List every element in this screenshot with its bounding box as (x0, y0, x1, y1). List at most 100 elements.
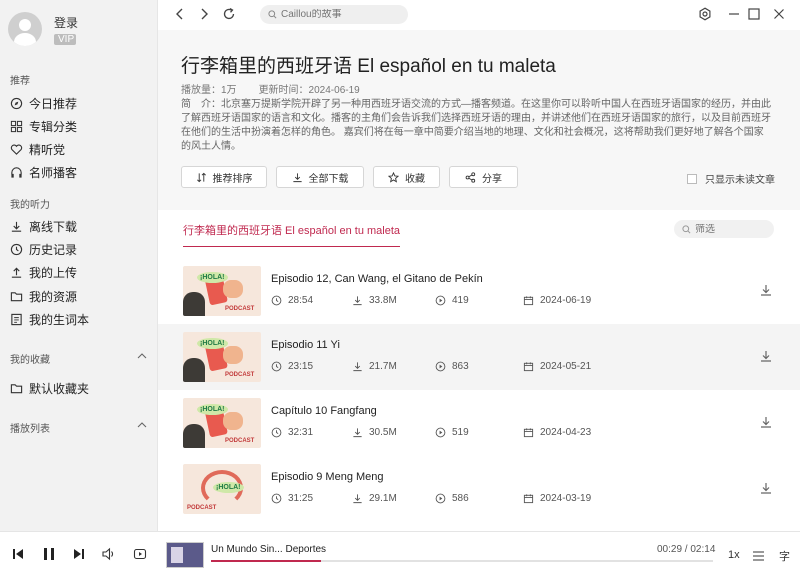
play-count-icon (435, 361, 446, 372)
progress-bar[interactable] (211, 560, 713, 562)
download-all-button[interactable]: 全部下载 (276, 166, 364, 188)
maximize-icon[interactable] (747, 7, 761, 21)
download-icon[interactable] (759, 481, 773, 495)
collect-label: 收藏 (405, 173, 425, 185)
episode-plays: 863 (452, 361, 469, 372)
search-box[interactable] (260, 5, 408, 24)
sidebar-item-podcast[interactable]: 名师播客 (10, 164, 77, 181)
share-button[interactable]: 分享 (449, 166, 518, 188)
grid-icon (10, 120, 23, 133)
settings-gear-icon[interactable] (698, 7, 712, 21)
filter-input[interactable] (695, 223, 765, 235)
unread-checkbox[interactable] (687, 173, 697, 184)
play-count: 播放量：1万 (181, 85, 237, 96)
sidebar-item-history[interactable]: 历史记录 (10, 241, 77, 258)
sidebar-item-label: 历史记录 (29, 243, 78, 257)
previous-icon[interactable] (11, 547, 25, 561)
sidebar: 登录 VIP 推荐 今日推荐 专辑分类 精听党 名师播客 我的听力 离线下载 历… (0, 0, 158, 531)
unread-only-toggle[interactable]: 只显示未读文章 (687, 171, 775, 186)
search-input[interactable] (281, 9, 391, 20)
download-icon[interactable] (759, 415, 773, 429)
clock-icon (271, 427, 282, 438)
episode-row[interactable]: ¡HOLA! PODCAST Episodio 9 Meng Meng 31:25… (158, 456, 800, 522)
chevron-up-icon[interactable] (137, 420, 147, 430)
play-count-icon (435, 295, 446, 306)
tab-album[interactable]: 行李箱里的西班牙语 El español en tu maleta (183, 222, 401, 247)
download-icon (11, 221, 22, 232)
episode-date: 2024-04-23 (540, 427, 592, 438)
sidebar-item-resources[interactable]: 我的资源 (10, 288, 77, 305)
episode-title: Episodio 11 Yi (271, 339, 340, 351)
episode-meta: 23:15 21.7M 863 2024-05-21 (271, 361, 591, 372)
now-playing-cover[interactable] (166, 542, 204, 568)
download-icon[interactable] (759, 349, 773, 363)
sidebar-item-category[interactable]: 专辑分类 (10, 118, 77, 135)
login-link[interactable]: 登录 (54, 14, 78, 31)
refresh-icon[interactable] (222, 7, 236, 21)
calendar-icon (523, 362, 534, 372)
episode-cover: ¡HOLA! PODCAST (183, 332, 261, 382)
sidebar-item-daily[interactable]: 今日推荐 (10, 95, 77, 112)
playlist-icon[interactable] (133, 547, 147, 561)
chevron-up-icon[interactable] (137, 351, 147, 361)
sort-button[interactable]: 推荐排序 (181, 166, 267, 188)
forward-icon[interactable] (197, 7, 211, 21)
profile[interactable]: 登录 VIP (8, 12, 78, 46)
back-icon[interactable] (173, 7, 187, 21)
episode-duration: 32:31 (288, 427, 314, 438)
topbar (158, 0, 800, 30)
player-bar: Un Mundo Sin... Deportes 00:29 / 02:14 1… (0, 531, 800, 573)
sidebar-item-label: 专辑分类 (29, 120, 78, 134)
album-header: 行李箱里的西班牙语 El español en tu maleta 播放量：1万… (158, 30, 800, 210)
episode-title: Capítulo 10 Fangfang (271, 405, 377, 417)
sidebar-item-label: 我的资源 (29, 290, 78, 304)
sidebar-item-label: 我的上传 (29, 266, 78, 280)
upload-icon (11, 267, 22, 278)
now-playing-title[interactable]: Un Mundo Sin... Deportes (211, 544, 326, 555)
speed-button[interactable]: 1x (728, 549, 740, 561)
minimize-icon[interactable] (727, 7, 741, 21)
sidebar-item-vocabulary[interactable]: 我的生词本 (10, 311, 89, 328)
sort-icon (196, 172, 206, 182)
menu-list-icon[interactable] (752, 550, 765, 562)
sidebar-item-default-folder[interactable]: 默认收藏夹 (10, 380, 89, 397)
sidebar-item-label: 默认收藏夹 (29, 382, 90, 396)
avatar[interactable] (8, 12, 42, 46)
episode-row[interactable]: ¡HOLA! PODCAST Episodio 12, Can Wang, el … (158, 258, 800, 324)
album-actions: 推荐排序 全部下载 收藏 分享 (181, 166, 518, 188)
episode-size: 30.5M (369, 427, 397, 438)
file-size-icon (353, 296, 362, 306)
share-icon (465, 171, 476, 183)
sidebar-item-label: 精听党 (29, 143, 66, 157)
sidebar-item-intensive[interactable]: 精听党 (10, 141, 65, 158)
pause-icon[interactable] (41, 546, 57, 562)
episode-plays: 586 (452, 493, 469, 504)
sidebar-item-offline[interactable]: 离线下载 (10, 218, 77, 235)
download-icon[interactable] (759, 283, 773, 297)
episode-row[interactable]: ¡HOLA! PODCAST Episodio 11 Yi 23:15 21.7M… (158, 324, 800, 390)
next-icon[interactable] (72, 547, 86, 561)
search-icon (268, 10, 277, 19)
episode-cover: ¡HOLA! PODCAST (183, 266, 261, 316)
search-icon (682, 224, 691, 233)
volume-icon[interactable] (101, 547, 116, 561)
subtitle-button[interactable]: 字 (779, 548, 790, 564)
episode-size: 29.1M (369, 493, 397, 504)
episode-date: 2024-05-21 (540, 361, 592, 372)
section-title-mine: 我的听力 (10, 200, 50, 211)
episode-row[interactable]: ¡HOLA! PODCAST Capítulo 10 Fangfang 32:31… (158, 390, 800, 456)
episode-duration: 23:15 (288, 361, 314, 372)
sidebar-item-uploads[interactable]: 我的上传 (10, 264, 77, 281)
sidebar-item-label: 我的生词本 (29, 313, 90, 327)
progress-fill (211, 560, 322, 562)
update-time: 更新时间：2024-06-19 (258, 85, 360, 96)
folder-icon (10, 384, 23, 394)
share-label: 分享 (482, 173, 502, 185)
episode-plays: 419 (452, 295, 469, 306)
album-meta: 播放量：1万 更新时间：2024-06-19 (181, 81, 360, 96)
close-icon[interactable] (772, 7, 786, 21)
episode-list: ¡HOLA! PODCAST Episodio 12, Can Wang, el … (158, 258, 800, 531)
filter-box[interactable] (674, 220, 774, 238)
playback-time: 00:29 / 02:14 (657, 544, 716, 555)
collect-button[interactable]: 收藏 (373, 166, 440, 188)
